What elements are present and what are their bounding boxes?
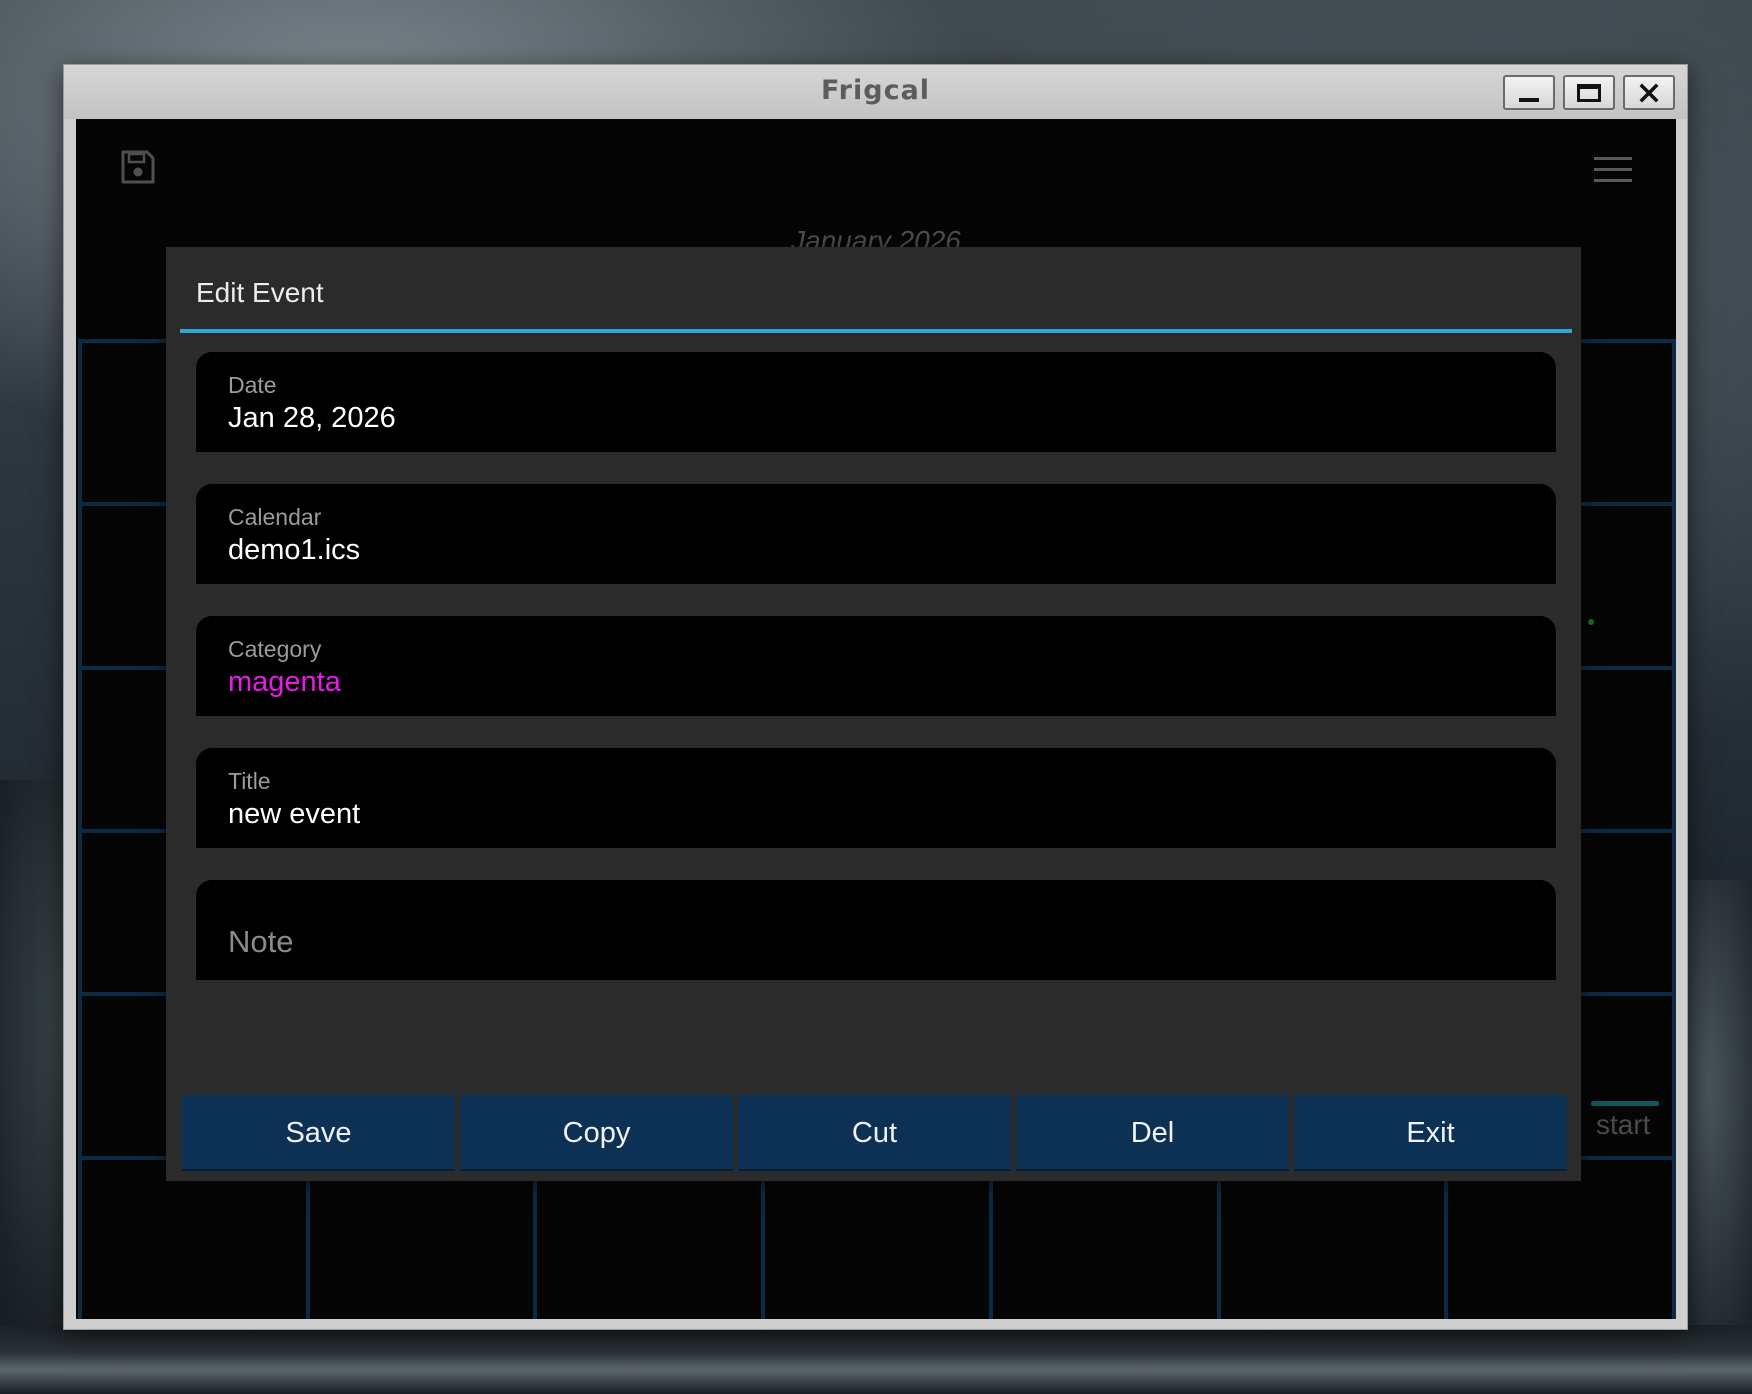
calendar-label: Calendar xyxy=(228,504,322,530)
note-placeholder: Note xyxy=(228,924,294,959)
close-icon xyxy=(1639,83,1659,102)
delete-button[interactable]: Del xyxy=(1016,1095,1289,1171)
event-bar[interactable] xyxy=(1591,1101,1659,1106)
save-button[interactable]: Save xyxy=(182,1095,455,1171)
title-value: new event xyxy=(228,798,361,830)
cut-button[interactable]: Cut xyxy=(738,1095,1011,1171)
category-label: Category xyxy=(228,636,322,662)
date-label: Date xyxy=(228,372,277,398)
calendar-field[interactable]: Calendar demo1.ics xyxy=(196,484,1556,584)
background-shore xyxy=(0,1325,1752,1394)
title-field[interactable]: Title new event xyxy=(196,748,1556,848)
category-field[interactable]: Category magenta xyxy=(196,616,1556,716)
copy-button[interactable]: Copy xyxy=(460,1095,733,1171)
save-icon[interactable] xyxy=(120,149,156,185)
note-field[interactable]: Note xyxy=(196,880,1556,980)
date-value: Jan 28, 2026 xyxy=(228,402,396,434)
minimize-button[interactable] xyxy=(1503,75,1555,110)
minimize-icon xyxy=(1519,97,1539,102)
event-label[interactable]: start xyxy=(1596,1109,1650,1141)
calendar-value: demo1.ics xyxy=(228,534,361,566)
edit-event-dialog: Edit Event Date Jan 28, 2026 Calendar de… xyxy=(166,247,1581,1181)
menu-icon[interactable] xyxy=(1594,157,1632,183)
maximize-icon xyxy=(1577,83,1601,102)
event-marker xyxy=(1588,619,1594,625)
date-field[interactable]: Date Jan 28, 2026 xyxy=(196,352,1556,452)
dialog-title: Edit Event xyxy=(196,277,324,308)
dialog-button-row: Save Copy Cut Del Exit xyxy=(182,1095,1574,1171)
window-title: Frigcal xyxy=(820,75,931,106)
window-titlebar[interactable]: Frigcal xyxy=(64,65,1687,119)
title-label: Title xyxy=(228,768,271,794)
maximize-button[interactable] xyxy=(1563,75,1615,110)
close-button[interactable] xyxy=(1623,75,1675,110)
dialog-title-divider xyxy=(180,329,1572,333)
exit-button[interactable]: Exit xyxy=(1294,1095,1567,1171)
category-value: magenta xyxy=(228,666,341,698)
